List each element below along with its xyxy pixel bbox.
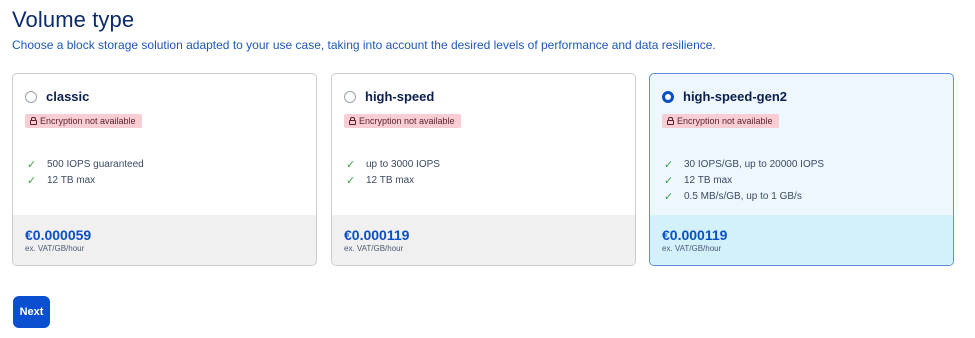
feature-text: 12 TB max bbox=[47, 174, 96, 186]
badge-label: Encryption not available bbox=[359, 116, 455, 126]
feature-text: 30 IOPS/GB, up to 20000 IOPS bbox=[684, 158, 825, 170]
price-unit: ex. VAT/GB/hour bbox=[344, 244, 404, 253]
check-icon: ✓ bbox=[664, 190, 674, 203]
volume-type-options: classic Encryption not available ✓ 500 I… bbox=[12, 73, 958, 266]
radio-high-speed-gen2[interactable] bbox=[662, 90, 674, 103]
radio-high-speed[interactable] bbox=[344, 90, 356, 103]
volume-card-high-speed[interactable]: high-speed Encryption not available ✓ up… bbox=[331, 73, 636, 266]
feature-item: ✓ 30 IOPS/GB, up to 20000 IOPS bbox=[664, 156, 824, 172]
lock-icon bbox=[30, 117, 37, 125]
volume-type-name: classic bbox=[46, 89, 90, 104]
price-unit: ex. VAT/GB/hour bbox=[25, 244, 85, 253]
page-subtitle: Choose a block storage solution adapted … bbox=[12, 38, 716, 52]
feature-item: ✓ 0.5 MB/s/GB, up to 1 GB/s bbox=[664, 188, 824, 204]
check-icon: ✓ bbox=[664, 174, 674, 187]
check-icon: ✓ bbox=[346, 158, 356, 171]
volume-type-name: high-speed bbox=[365, 89, 435, 104]
feature-text: 500 IOPS guaranteed bbox=[47, 158, 144, 170]
feature-list: ✓ up to 3000 IOPS ✓ 12 TB max bbox=[346, 156, 440, 188]
page-title: Volume type bbox=[12, 7, 135, 32]
feature-text: 12 TB max bbox=[366, 174, 415, 186]
card-header: high-speed bbox=[344, 89, 434, 104]
price-area: €0.000059 ex. VAT/GB/hour bbox=[13, 215, 316, 265]
price: €0.000119 bbox=[662, 227, 728, 243]
card-header: classic bbox=[25, 89, 89, 104]
encryption-badge: Encryption not available bbox=[25, 114, 142, 128]
feature-text: 0.5 MB/s/GB, up to 1 GB/s bbox=[684, 190, 802, 202]
check-icon: ✓ bbox=[664, 158, 674, 171]
check-icon: ✓ bbox=[27, 158, 37, 171]
radio-classic[interactable] bbox=[25, 90, 37, 103]
lock-icon bbox=[667, 117, 674, 125]
feature-list: ✓ 30 IOPS/GB, up to 20000 IOPS ✓ 12 TB m… bbox=[664, 156, 824, 204]
feature-item: ✓ 12 TB max bbox=[664, 172, 824, 188]
encryption-badge: Encryption not available bbox=[344, 114, 461, 128]
price-area: €0.000119 ex. VAT/GB/hour bbox=[332, 215, 635, 265]
price-area: €0.000119 ex. VAT/GB/hour bbox=[650, 215, 953, 265]
badge-label: Encryption not available bbox=[677, 116, 773, 126]
check-icon: ✓ bbox=[27, 174, 37, 187]
lock-icon bbox=[349, 117, 356, 125]
price-unit: ex. VAT/GB/hour bbox=[662, 244, 722, 253]
feature-text: 12 TB max bbox=[684, 174, 733, 186]
next-button[interactable]: Next bbox=[13, 296, 50, 328]
price: €0.000059 bbox=[25, 227, 92, 243]
feature-text: up to 3000 IOPS bbox=[366, 158, 440, 170]
feature-item: ✓ 500 IOPS guaranteed bbox=[27, 156, 144, 172]
card-header: high-speed-gen2 bbox=[662, 89, 787, 104]
volume-card-classic[interactable]: classic Encryption not available ✓ 500 I… bbox=[12, 73, 317, 266]
encryption-badge: Encryption not available bbox=[662, 114, 779, 128]
volume-type-name: high-speed-gen2 bbox=[683, 89, 788, 104]
check-icon: ✓ bbox=[346, 174, 356, 187]
volume-card-high-speed-gen2[interactable]: high-speed-gen2 Encryption not available… bbox=[649, 73, 954, 266]
badge-label: Encryption not available bbox=[40, 116, 136, 126]
feature-item: ✓ up to 3000 IOPS bbox=[346, 156, 440, 172]
feature-item: ✓ 12 TB max bbox=[346, 172, 440, 188]
feature-list: ✓ 500 IOPS guaranteed ✓ 12 TB max bbox=[27, 156, 144, 188]
feature-item: ✓ 12 TB max bbox=[27, 172, 144, 188]
price: €0.000119 bbox=[344, 227, 410, 243]
